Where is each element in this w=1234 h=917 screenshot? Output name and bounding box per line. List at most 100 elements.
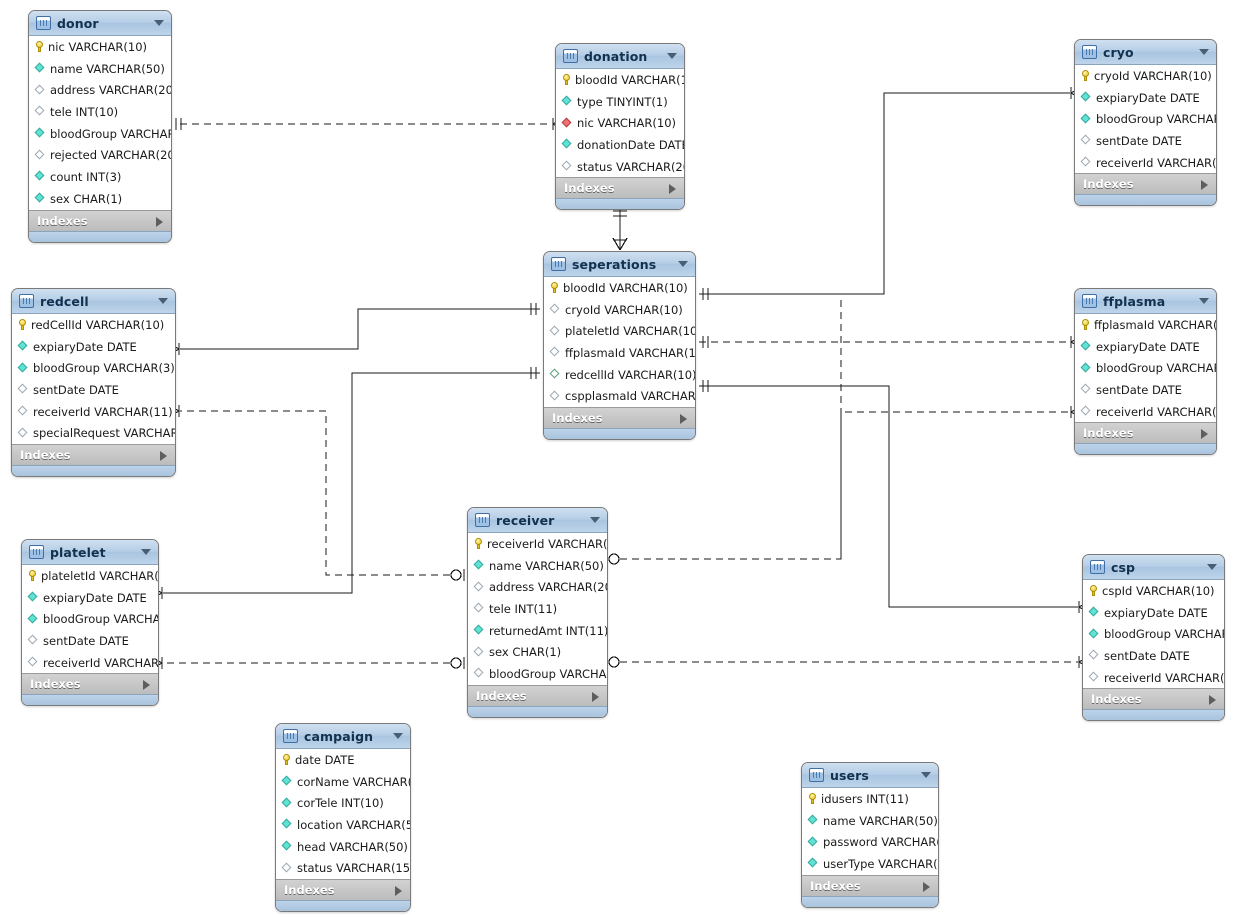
- table-header-ffplasma[interactable]: ffplasma: [1075, 289, 1216, 314]
- column-row[interactable]: address VARCHAR(200): [468, 576, 607, 598]
- indexes-section-seperations[interactable]: Indexes: [544, 407, 695, 429]
- column-row[interactable]: expiaryDate DATE: [1083, 602, 1224, 624]
- column-row[interactable]: corTele INT(10): [276, 792, 410, 814]
- column-row[interactable]: bloodGroup VARCHAR(3): [22, 608, 158, 630]
- column-row[interactable]: name VARCHAR(50): [802, 810, 938, 832]
- indexes-section-ffplasma[interactable]: Indexes: [1075, 422, 1216, 444]
- column-row[interactable]: sentDate DATE: [1075, 130, 1216, 152]
- indexes-section-donor[interactable]: Indexes: [29, 209, 171, 231]
- column-row[interactable]: plateletId VARCHAR(10): [22, 565, 158, 587]
- expand-arrow-icon[interactable]: [160, 451, 167, 462]
- table-header-campaign[interactable]: campaign: [276, 724, 410, 749]
- chevron-down-icon[interactable]: [393, 733, 403, 739]
- indexes-section-redcell[interactable]: Indexes: [12, 444, 175, 466]
- column-row[interactable]: receiverId VARCHAR(11): [468, 533, 607, 555]
- column-row[interactable]: ffplasmaId VARCHAR(10): [544, 342, 695, 364]
- column-row[interactable]: address VARCHAR(200): [29, 79, 171, 101]
- expand-arrow-icon[interactable]: [143, 680, 150, 691]
- column-row[interactable]: count INT(3): [29, 166, 171, 188]
- chevron-down-icon[interactable]: [678, 261, 688, 267]
- chevron-down-icon[interactable]: [590, 517, 600, 523]
- column-row[interactable]: returnedAmt INT(11): [468, 620, 607, 642]
- column-row[interactable]: sentDate DATE: [22, 630, 158, 652]
- expand-arrow-icon[interactable]: [156, 216, 163, 227]
- chevron-down-icon[interactable]: [141, 549, 151, 555]
- chevron-down-icon[interactable]: [154, 20, 164, 26]
- column-row[interactable]: nic VARCHAR(10): [556, 112, 684, 134]
- table-donation[interactable]: donation bloodId VARCHAR(10) type TINYINT(…: [555, 43, 685, 211]
- table-receiver[interactable]: receiver receiverId VARCHAR(11) name VARCH…: [467, 507, 608, 718]
- table-header-redcell[interactable]: redcell: [12, 289, 175, 314]
- column-row[interactable]: receiverId VARCHAR(11): [1083, 667, 1224, 689]
- table-platelet[interactable]: platelet plateletId VARCHAR(10) expiaryDat…: [21, 539, 159, 707]
- table-donor[interactable]: donor nic VARCHAR(10) name VARCHAR(50) addr…: [28, 10, 172, 243]
- expand-arrow-icon[interactable]: [1201, 429, 1208, 440]
- column-row[interactable]: cryoId VARCHAR(10): [544, 299, 695, 321]
- column-row[interactable]: password VARCHAR(45): [802, 831, 938, 853]
- table-header-receiver[interactable]: receiver: [468, 508, 607, 533]
- column-row[interactable]: tele INT(11): [468, 598, 607, 620]
- chevron-down-icon[interactable]: [921, 772, 931, 778]
- column-row[interactable]: specialRequest VARCHAR(20): [12, 422, 175, 444]
- chevron-down-icon[interactable]: [667, 53, 677, 59]
- column-row[interactable]: nic VARCHAR(10): [29, 36, 171, 58]
- column-row[interactable]: type TINYINT(1): [556, 91, 684, 113]
- column-row[interactable]: receiverId VARCHAR(11): [1075, 152, 1216, 174]
- column-row[interactable]: status VARCHAR(15): [276, 857, 410, 879]
- column-row[interactable]: bloodGroup VARCHAR(3): [1075, 108, 1216, 130]
- column-row[interactable]: receiverId VARCHAR(11): [12, 401, 175, 423]
- column-row[interactable]: name VARCHAR(50): [29, 58, 171, 80]
- indexes-section-csp[interactable]: Indexes: [1083, 688, 1224, 710]
- column-row[interactable]: cspId VARCHAR(10): [1083, 580, 1224, 602]
- table-header-donation[interactable]: donation: [556, 44, 684, 69]
- column-row[interactable]: bloodGroup VARCHAR(3): [468, 663, 607, 685]
- column-row[interactable]: corName VARCHAR(50): [276, 771, 410, 793]
- expand-arrow-icon[interactable]: [669, 184, 676, 195]
- column-row[interactable]: sex CHAR(1): [29, 188, 171, 210]
- chevron-down-icon[interactable]: [1199, 298, 1209, 304]
- column-row[interactable]: sentDate DATE: [12, 379, 175, 401]
- column-row[interactable]: bloodGroup VARCHAR(3): [29, 123, 171, 145]
- chevron-down-icon[interactable]: [1207, 564, 1217, 570]
- column-row[interactable]: bloodId VARCHAR(10): [544, 277, 695, 299]
- column-row[interactable]: redCellId VARCHAR(10): [12, 314, 175, 336]
- table-header-users[interactable]: users: [802, 763, 938, 788]
- indexes-section-campaign[interactable]: Indexes: [276, 879, 410, 901]
- indexes-section-users[interactable]: Indexes: [802, 874, 938, 896]
- indexes-section-donation[interactable]: Indexes: [556, 177, 684, 199]
- column-row[interactable]: idusers INT(11): [802, 788, 938, 810]
- table-redcell[interactable]: redcell redCellId VARCHAR(10) expiaryDate …: [11, 288, 176, 478]
- expand-arrow-icon[interactable]: [1209, 695, 1216, 706]
- expand-arrow-icon[interactable]: [592, 691, 599, 702]
- table-header-seperations[interactable]: seperations: [544, 252, 695, 277]
- column-row[interactable]: bloodGroup VARCHAR(3): [12, 357, 175, 379]
- expand-arrow-icon[interactable]: [1201, 180, 1208, 191]
- chevron-down-icon[interactable]: [158, 298, 168, 304]
- column-row[interactable]: ffplasmaId VARCHAR(10): [1075, 314, 1216, 336]
- column-row[interactable]: cryoId VARCHAR(10): [1075, 65, 1216, 87]
- expand-arrow-icon[interactable]: [923, 881, 930, 892]
- table-cryo[interactable]: cryo cryoId VARCHAR(10) expiaryDate DATE bl…: [1074, 39, 1217, 207]
- column-row[interactable]: sentDate DATE: [1083, 645, 1224, 667]
- column-row[interactable]: status VARCHAR(20): [556, 156, 684, 178]
- column-row[interactable]: receiverId VARCHAR(11): [22, 652, 158, 674]
- column-row[interactable]: cspplasmaId VARCHAR(10): [544, 385, 695, 407]
- chevron-down-icon[interactable]: [1199, 49, 1209, 55]
- column-row[interactable]: receiverId VARCHAR(11): [1075, 401, 1216, 423]
- column-row[interactable]: expiaryDate DATE: [12, 336, 175, 358]
- expand-arrow-icon[interactable]: [680, 414, 687, 425]
- column-row[interactable]: donationDate DATE: [556, 134, 684, 156]
- column-row[interactable]: sex CHAR(1): [468, 641, 607, 663]
- table-header-cryo[interactable]: cryo: [1075, 40, 1216, 65]
- column-row[interactable]: date DATE: [276, 749, 410, 771]
- column-row[interactable]: head VARCHAR(50): [276, 836, 410, 858]
- column-row[interactable]: name VARCHAR(50): [468, 555, 607, 577]
- table-csp[interactable]: csp cspId VARCHAR(10) expiaryDate DATE bloo…: [1082, 554, 1225, 722]
- column-row[interactable]: bloodGroup VARCHAR(3): [1075, 357, 1216, 379]
- table-campaign[interactable]: campaign date DATE corName VARCHAR(50) corT…: [275, 723, 411, 913]
- table-header-csp[interactable]: csp: [1083, 555, 1224, 580]
- indexes-section-cryo[interactable]: Indexes: [1075, 173, 1216, 195]
- column-row[interactable]: expiaryDate DATE: [22, 587, 158, 609]
- column-row[interactable]: location VARCHAR(50): [276, 814, 410, 836]
- column-row[interactable]: redcellId VARCHAR(10): [544, 364, 695, 386]
